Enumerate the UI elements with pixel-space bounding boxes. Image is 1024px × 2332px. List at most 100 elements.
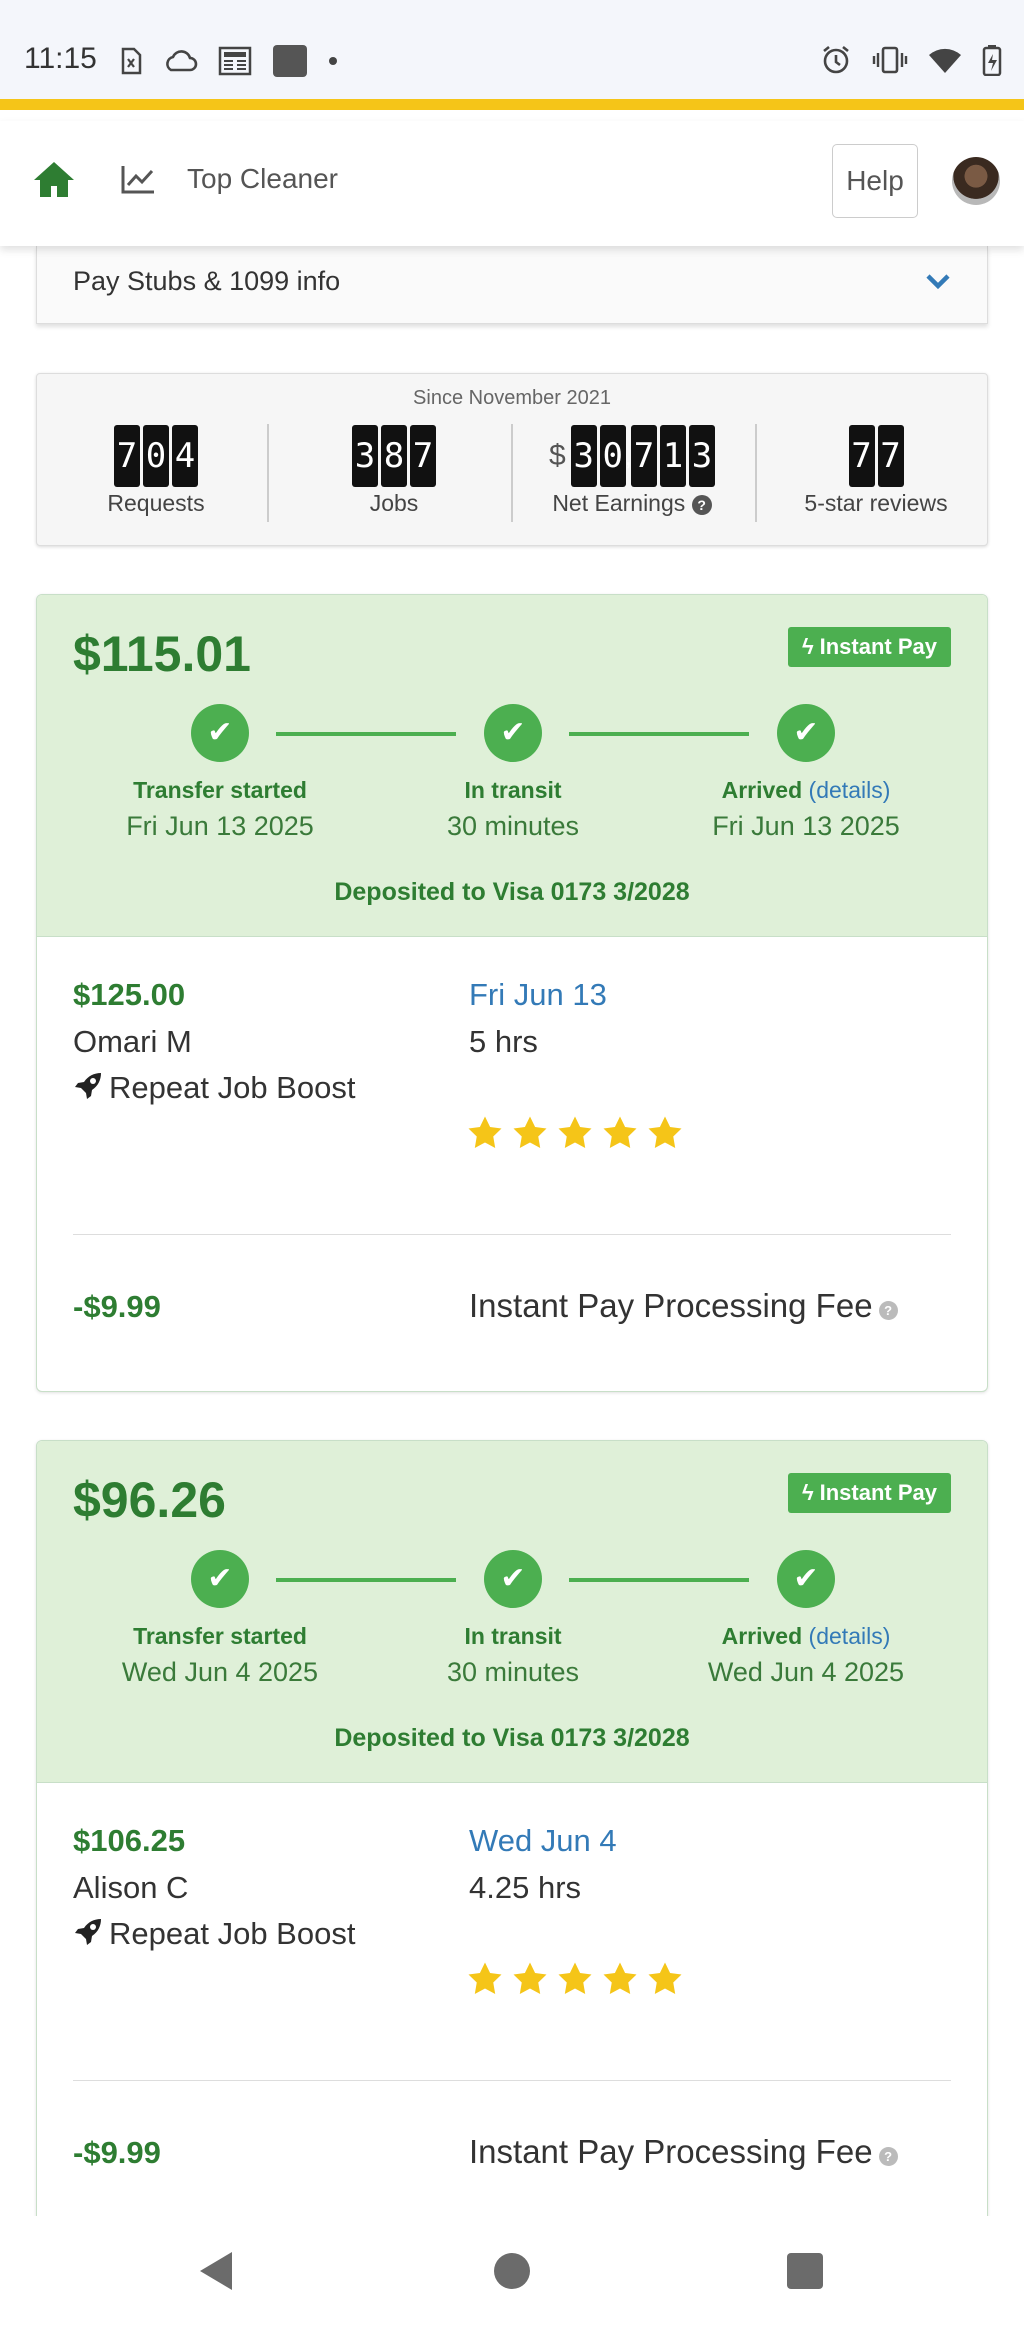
check-icon: ✔ [484, 704, 542, 762]
status-right-icons [820, 44, 1002, 76]
star-icon [468, 1962, 502, 1994]
fee-label: Instant Pay Processing Fee [469, 1287, 873, 1324]
fee-label-row: Instant Pay Processing Fee? [469, 1287, 898, 1325]
job-date-link[interactable]: Wed Jun 4 [469, 1823, 617, 1859]
pay-stubs-label: Pay Stubs & 1099 info [73, 266, 341, 296]
star-icon [558, 1962, 592, 1994]
home-icon[interactable] [32, 159, 76, 199]
since-label: Since November 2021 [413, 387, 611, 409]
home-circle-icon[interactable] [493, 2250, 531, 2292]
digit: 7 [114, 425, 140, 487]
check-icon: ✔ [484, 1550, 542, 1608]
payout-summary: $115.01 ϟ Instant Pay ✔ ✔ ✔ Transfer star… [37, 595, 987, 937]
job-amount: $125.00 [73, 977, 186, 1012]
digit: 1 [659, 425, 686, 487]
stat-label: Requests [107, 490, 205, 516]
job-hours: 4.25 hrs [469, 1870, 582, 1905]
details-link[interactable]: details [816, 1623, 882, 1649]
job-row[interactable]: $106.25 Alison C Repeat Job Boost Wed Ju… [37, 1783, 987, 2081]
check-icon: ✔ [777, 1550, 835, 1608]
star-icon [558, 1116, 592, 1148]
digit-separator: , [624, 440, 632, 471]
star-icon [603, 1116, 637, 1148]
fee-amount: -$9.99 [73, 2135, 161, 2170]
help-button[interactable]: Help [832, 144, 918, 218]
stat-net-earnings: $ 3 0 , 7 1 3 Net Earnings ? [513, 424, 751, 517]
sim-icon [121, 47, 142, 75]
bolt-icon: ϟ [801, 1480, 814, 1505]
step-label: Transfer started [133, 777, 307, 803]
star-rating [467, 1115, 683, 1151]
step-date: Fri Jun 13 2025 [712, 811, 900, 841]
digit: 4 [172, 425, 198, 487]
progress-track [569, 1578, 749, 1582]
fee-label-row: Instant Pay Processing Fee? [469, 2133, 898, 2171]
stat-digits: 7 0 4 [114, 424, 198, 488]
back-icon[interactable] [198, 2250, 234, 2292]
question-icon[interactable]: ? [878, 1301, 898, 1320]
stat-label-row: Net Earnings ? [513, 490, 751, 517]
bolt-icon: ϟ [801, 634, 814, 659]
check-icon: ✔ [191, 704, 249, 762]
job-row[interactable]: $125.00 Omari M Repeat Job Boost Fri Jun… [37, 937, 987, 1235]
recents-icon[interactable] [786, 2250, 824, 2292]
progress-track [276, 732, 456, 736]
chevron-down-icon[interactable] [925, 272, 951, 290]
wifi-icon [929, 48, 961, 73]
job-amount: $106.25 [73, 1823, 186, 1858]
boost-label: Repeat Job Boost [109, 1070, 356, 1105]
instant-pay-badge: ϟ Instant Pay [787, 627, 951, 667]
payout-summary: $96.26 ϟ Instant Pay ✔ ✔ ✔ Transfer start… [37, 1441, 987, 1783]
step-label-row: Arrived (details) [686, 777, 926, 804]
details-link[interactable]: details [816, 777, 882, 803]
digit: 3 [688, 425, 715, 487]
stat-label: Net Earnings [552, 490, 686, 516]
stat-digits: 3 8 7 [352, 424, 436, 488]
stat-digits: $ 3 0 , 7 1 3 [549, 424, 715, 488]
instant-pay-label: Instant Pay [819, 634, 937, 659]
fee-row: -$9.99 Instant Pay Processing Fee? [37, 1235, 987, 1390]
star-icon [648, 1116, 682, 1148]
dot-icon [329, 57, 337, 65]
app-header: Top Cleaner Help [0, 121, 1024, 246]
digit: 3 [352, 425, 378, 487]
fee-amount: -$9.99 [73, 1289, 161, 1324]
stats-panel: Since November 2021 7 0 4 Requests 3 8 7… [36, 373, 988, 546]
star-icon [513, 1962, 547, 1994]
progress-track [276, 1578, 456, 1582]
digit: 3 [570, 425, 597, 487]
trend-chart-icon[interactable] [120, 163, 156, 195]
newspaper-icon [218, 46, 252, 76]
star-icon [513, 1116, 547, 1148]
status-left-icons [120, 44, 338, 78]
step-label-row: Arrived (details) [686, 1623, 926, 1650]
app-title[interactable]: Top Cleaner [187, 163, 338, 195]
question-icon[interactable]: ? [691, 495, 712, 515]
pay-stubs-accordion[interactable]: Pay Stubs & 1099 info [36, 246, 988, 324]
cloud-icon [166, 50, 198, 72]
avatar[interactable] [952, 157, 1000, 205]
payout-amount: $115.01 [73, 626, 251, 682]
rocket-icon [75, 1919, 101, 1945]
job-date-link[interactable]: Fri Jun 13 [469, 977, 607, 1013]
digit: 7 [410, 425, 436, 487]
details-link-wrap[interactable]: (details) [809, 777, 891, 803]
fee-row: -$9.99 Instant Pay Processing Fee? [37, 2081, 987, 2236]
star-icon [468, 1116, 502, 1148]
details-link-wrap[interactable]: (details) [809, 1623, 891, 1649]
payout-amount: $96.26 [73, 1472, 226, 1528]
question-icon[interactable]: ? [878, 2147, 898, 2166]
stat-label: 5-star reviews [804, 490, 948, 516]
digit: 7 [877, 425, 904, 487]
payout-card: $115.01 ϟ Instant Pay ✔ ✔ ✔ Transfer star… [36, 594, 988, 1392]
deposit-info: Deposited to Visa 0173 3/2028 [334, 1724, 690, 1752]
status-bar: 11:15 [0, 0, 1024, 110]
step-date: Fri Jun 13 2025 [126, 811, 314, 841]
stat-digits: 7 7 [848, 424, 904, 488]
stat-jobs: 3 8 7 Jobs [275, 424, 513, 517]
stat-five-star-reviews: 7 7 5-star reviews [757, 424, 995, 517]
battery-icon [982, 45, 1002, 76]
step-label: Arrived [721, 777, 803, 803]
step-date: Wed Jun 4 2025 [121, 1657, 319, 1687]
progress-track [569, 732, 749, 736]
